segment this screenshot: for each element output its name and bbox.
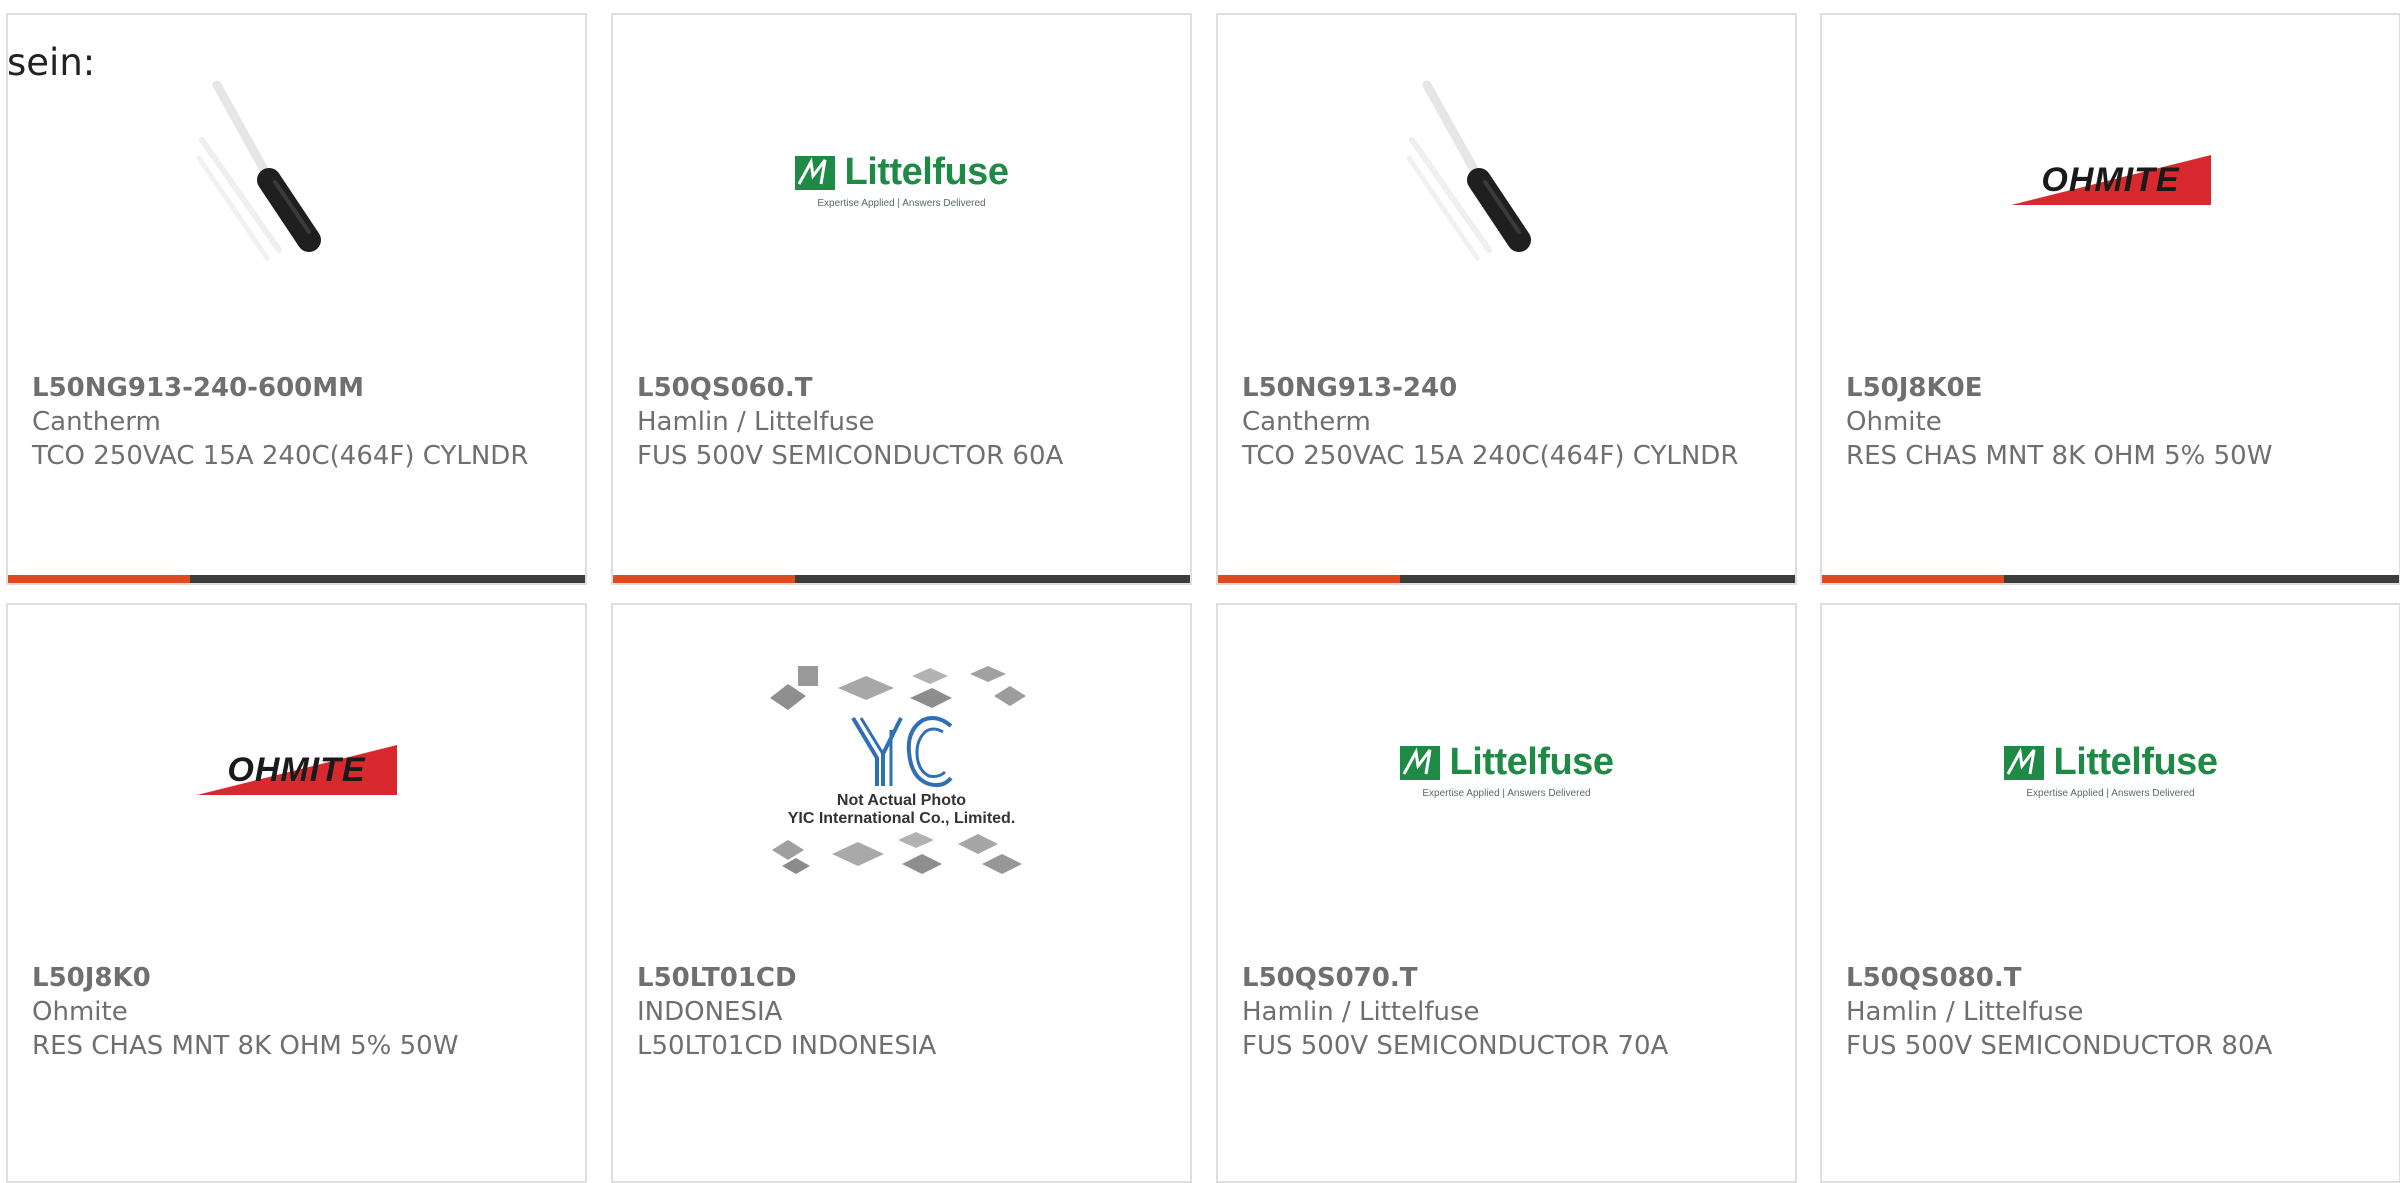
manufacturer: Hamlin / Littelfuse [1242, 997, 1480, 1027]
product-info: L50J8K0 Ohmite RES CHAS MNT 8K OHM 5% 50… [32, 961, 565, 1063]
product-card[interactable]: Littelfuse Expertise Applied | Answers D… [611, 13, 1192, 585]
product-image[interactable]: OHMITE [8, 605, 585, 935]
product-card[interactable]: Littelfuse Expertise Applied | Answers D… [1820, 603, 2400, 1183]
product-info: L50NG913-240-600MM Cantherm TCO 250VAC 1… [32, 371, 565, 473]
part-number[interactable]: L50QS070.T [1242, 961, 1775, 995]
description: FUS 500V SEMICONDUCTOR 60A [637, 441, 1064, 471]
description: FUS 500V SEMICONDUCTOR 80A [1846, 1031, 2273, 1061]
part-number[interactable]: L50J8K0E [1846, 371, 2379, 405]
part-number[interactable]: L50NG913-240 [1242, 371, 1775, 405]
part-number[interactable]: L50NG913-240-600MM [32, 371, 565, 405]
manufacturer: Hamlin / Littelfuse [637, 407, 875, 437]
yic-logo-icon [850, 716, 953, 788]
description: TCO 250VAC 15A 240C(464F) CYLNDR [32, 441, 529, 471]
description: TCO 250VAC 15A 240C(464F) CYLNDR [1242, 441, 1739, 471]
product-card[interactable]: Littelfuse Expertise Applied | Answers D… [1216, 603, 1797, 1183]
product-info: L50LT01CD INDONESIA L50LT01CD INDONESIA [637, 961, 1170, 1063]
littelfuse-tagline: Expertise Applied | Answers Delivered [1422, 788, 1591, 799]
description: L50LT01CD INDONESIA [637, 1031, 937, 1061]
manufacturer: INDONESIA [637, 997, 783, 1027]
card-accent-bar [8, 575, 585, 583]
littelfuse-logo: Littelfuse Expertise Applied | Answers D… [794, 151, 1009, 209]
product-card[interactable]: OHMITE L50J8K0E Ohmite RES CHAS MNT 8K O… [1820, 13, 2400, 585]
card-accent-bar [1218, 575, 1795, 583]
product-card[interactable]: Not Actual Photo YIC International Co., … [611, 603, 1192, 1183]
ohmite-wordmark: OHMITE [227, 751, 366, 789]
product-info: L50QS070.T Hamlin / Littelfuse FUS 500V … [1242, 961, 1775, 1063]
yic-placeholder: Not Actual Photo YIC International Co., … [762, 662, 1042, 878]
littelfuse-tagline: Expertise Applied | Answers Delivered [817, 198, 986, 209]
ohmite-logo: OHMITE [196, 745, 397, 795]
ic-chips-top-icon [769, 666, 1026, 710]
littelfuse-wordmark: Littelfuse [1449, 741, 1614, 783]
littelfuse-logo: Littelfuse Expertise Applied | Answers D… [1399, 741, 1614, 799]
product-info: L50J8K0E Ohmite RES CHAS MNT 8K OHM 5% 5… [1846, 371, 2379, 473]
littelfuse-tagline: Expertise Applied | Answers Delivered [2026, 788, 2195, 799]
product-image[interactable] [1218, 15, 1795, 345]
card-accent-bar [613, 575, 1190, 583]
product-card[interactable]: OHMITE L50J8K0 Ohmite RES CHAS MNT 8K OH… [6, 603, 587, 1183]
card-accent-bar [1822, 575, 2399, 583]
part-number[interactable]: L50J8K0 [32, 961, 565, 995]
product-card[interactable]: L50NG913-240-600MM Cantherm TCO 250VAC 1… [6, 13, 587, 585]
littelfuse-logo: Littelfuse Expertise Applied | Answers D… [2003, 741, 2218, 799]
product-info: L50NG913-240 Cantherm TCO 250VAC 15A 240… [1242, 371, 1775, 473]
yic-caption: Not Actual Photo YIC International Co., … [788, 792, 1016, 828]
product-image[interactable]: Littelfuse Expertise Applied | Answers D… [1218, 605, 1795, 935]
littelfuse-mark-icon [794, 155, 835, 190]
manufacturer: Ohmite [1846, 407, 1942, 437]
littelfuse-mark-icon [1399, 745, 1440, 780]
part-number[interactable]: L50QS060.T [637, 371, 1170, 405]
ic-chips-bottom-icon [771, 832, 1022, 874]
littelfuse-wordmark: Littelfuse [2053, 741, 2218, 783]
description: RES CHAS MNT 8K OHM 5% 50W [32, 1031, 459, 1061]
part-number[interactable]: L50LT01CD [637, 961, 1170, 995]
littelfuse-mark-icon [2003, 745, 2044, 780]
yic-caption-line1: Not Actual Photo [836, 792, 967, 809]
manufacturer: Cantherm [32, 407, 161, 437]
product-info: L50QS080.T Hamlin / Littelfuse FUS 500V … [1846, 961, 2379, 1063]
ohmite-logo: OHMITE [2010, 155, 2211, 205]
product-image[interactable]: Littelfuse Expertise Applied | Answers D… [613, 15, 1190, 345]
part-number[interactable]: L50QS080.T [1846, 961, 2379, 995]
product-card[interactable]: L50NG913-240 Cantherm TCO 250VAC 15A 240… [1216, 13, 1797, 585]
manufacturer: Cantherm [1242, 407, 1371, 437]
manufacturer: Hamlin / Littelfuse [1846, 997, 2084, 1027]
page-prefix-text: sein: [7, 41, 96, 84]
description: RES CHAS MNT 8K OHM 5% 50W [1846, 441, 2273, 471]
ohmite-wordmark: OHMITE [2041, 161, 2180, 199]
product-info: L50QS060.T Hamlin / Littelfuse FUS 500V … [637, 371, 1170, 473]
product-image[interactable]: Littelfuse Expertise Applied | Answers D… [1822, 605, 2399, 935]
thermal-cutoff-photo-icon [1406, 80, 1531, 261]
product-image[interactable]: OHMITE [1822, 15, 2399, 345]
littelfuse-wordmark: Littelfuse [844, 151, 1009, 193]
yic-caption-line2: YIC International Co., Limited. [787, 810, 1016, 827]
thermal-cutoff-photo-icon [196, 80, 321, 261]
description: FUS 500V SEMICONDUCTOR 70A [1242, 1031, 1669, 1061]
product-image[interactable]: Not Actual Photo YIC International Co., … [613, 605, 1190, 935]
manufacturer: Ohmite [32, 997, 128, 1027]
